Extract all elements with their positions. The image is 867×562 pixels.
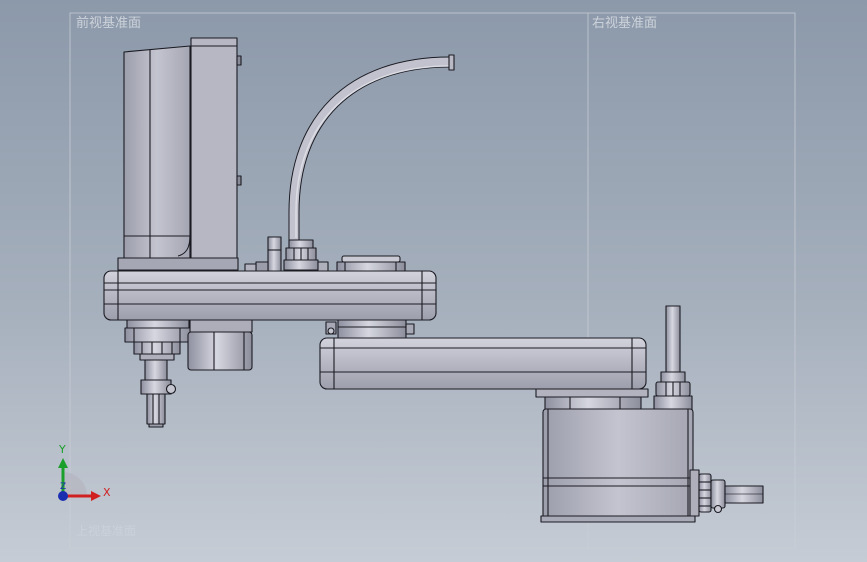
triad-z-label: Z bbox=[60, 482, 67, 492]
arm-2[interactable] bbox=[319, 337, 647, 390]
scara-robot-drawing[interactable] bbox=[0, 0, 867, 562]
triad-arc bbox=[63, 472, 87, 496]
base-housing[interactable] bbox=[540, 408, 696, 523]
cad-viewport[interactable]: 前视基准面 右视基准面 上视基准面 Y X Z bbox=[0, 0, 867, 562]
x-arrow-icon bbox=[91, 491, 101, 501]
y-arrow-icon bbox=[58, 458, 68, 468]
motor-cover[interactable] bbox=[117, 37, 242, 271]
cable-hose[interactable] bbox=[288, 54, 455, 240]
top-plane-label: 上视基准面 bbox=[76, 524, 137, 538]
joint2-flange bbox=[325, 319, 415, 339]
joint2-top-cap bbox=[336, 255, 406, 272]
scara-robot[interactable] bbox=[103, 37, 764, 523]
coordinate-triad bbox=[58, 458, 101, 501]
front-plane-label: 前视基准面 bbox=[76, 16, 142, 31]
triad-x-label: X bbox=[103, 486, 111, 499]
triad-y-label: Y bbox=[59, 443, 66, 456]
spline-shaft[interactable] bbox=[140, 359, 177, 428]
joint1-motor bbox=[187, 319, 253, 371]
base-cable-connector[interactable] bbox=[689, 469, 764, 517]
right-plane-label: 右视基准面 bbox=[592, 16, 658, 31]
vertical-rod bbox=[653, 305, 693, 411]
joint3-column bbox=[535, 388, 649, 410]
z-axis-dot bbox=[58, 491, 68, 501]
hose-fitting bbox=[283, 239, 319, 271]
arm-1[interactable] bbox=[103, 270, 437, 321]
joint1-hub bbox=[124, 319, 192, 361]
